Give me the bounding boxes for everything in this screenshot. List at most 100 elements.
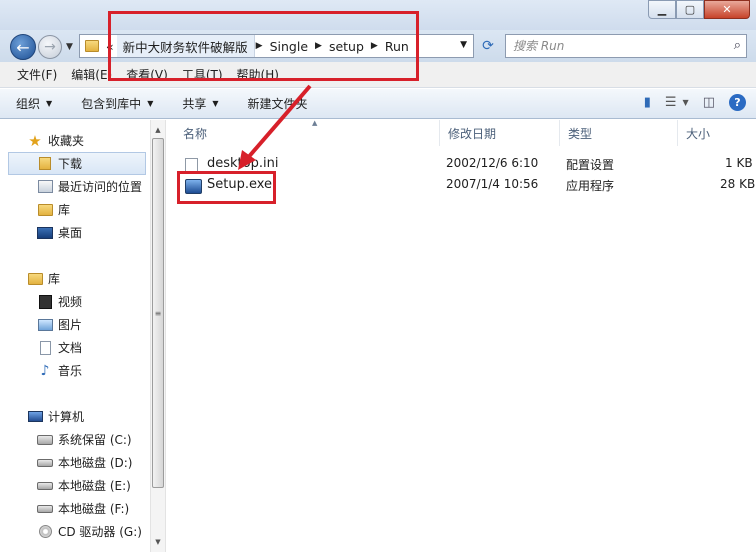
nav-label: 本地磁盘 (D:) [58,456,133,470]
hard-drive-icon [37,458,53,467]
close-button[interactable]: ✕ [704,0,750,19]
minimize-button[interactable]: ▁ [648,0,676,19]
address-bar[interactable]: « 新中大财务软件破解版 ▶ Single ▶ setup ▶ Run ▼ [79,34,474,58]
nav-music[interactable]: ♪ 音乐 [0,359,150,382]
nav-scrollbar[interactable]: ▲ ≡ ▼ [150,120,166,552]
nav-drive-e[interactable]: 本地磁盘 (E:) [0,474,150,497]
file-type: 配置设置 [566,158,615,172]
libraries-group: 库 视频 图片 文档 ♪ 音乐 [0,267,150,382]
hard-drive-icon [37,504,53,513]
nav-desktop[interactable]: 桌面 [0,221,150,244]
scroll-up-icon[interactable]: ▲ [151,122,165,138]
nav-label: 本地磁盘 (F:) [58,502,130,516]
chevron-right-icon[interactable]: ▶ [255,41,264,51]
nav-label: 库 [48,272,61,286]
nav-computer[interactable]: 计算机 [0,405,150,428]
file-modified: 2007/1/4 10:56 [446,177,539,191]
scroll-down-icon[interactable]: ▼ [151,534,165,550]
nav-label: 系统保留 (C:) [58,433,132,447]
file-list: 名称 ▲ 修改日期 类型 大小 desktop.ini 2002/12/6 6:1… [167,120,756,552]
search-box: ⌕ [505,34,747,58]
column-label: 修改日期 [448,126,497,141]
nav-label: 图片 [58,318,83,332]
nav-drive-g[interactable]: CD 驱动器 (G:) [0,520,150,543]
sort-ascending-icon: ▲ [312,120,318,127]
nav-documents[interactable]: 文档 [0,336,150,359]
address-dropdown-icon[interactable]: ▼ [460,40,467,50]
column-header-type[interactable]: 类型 [560,120,678,146]
chevron-right-icon[interactable]: ▶ [370,41,379,51]
video-icon [38,294,52,309]
favorites-group: ★ 收藏夹 下载 最近访问的位置 库 桌面 [0,129,150,244]
refresh-icon[interactable]: ⟳ [476,34,500,58]
maximize-button[interactable]: ▢ [676,0,704,19]
menu-tools[interactable]: 工具(T) [182,66,223,83]
chevron-down-icon: ▼ [147,99,154,108]
menu-view[interactable]: 查看(V) [126,66,168,83]
table-row[interactable]: desktop.ini 2002/12/6 6:10 配置设置 1 KB [175,153,756,174]
share-button[interactable]: 共享 ▼ [182,95,218,112]
nav-favorites[interactable]: ★ 收藏夹 [0,129,150,152]
command-bar: 组织 ▼ 包含到库中 ▼ 共享 ▼ 新建文件夹 ▮ ☰ ▼ ◫ ? [0,89,756,119]
title-bar: ▁ ▢ ✕ [0,0,756,30]
setup-exe-icon [185,179,202,194]
nav-pictures[interactable]: 图片 [0,313,150,336]
cd-drive-icon [38,525,52,538]
computer-group: 计算机 系统保留 (C:) 本地磁盘 (D:) 本地磁盘 (E:) 本地磁盘 (… [0,405,150,543]
nav-drive-f[interactable]: 本地磁盘 (F:) [0,497,150,520]
nav-drive-d[interactable]: 本地磁盘 (D:) [0,451,150,474]
menu-bar: 文件(F) 编辑(E) 查看(V) 工具(T) 帮助(H) [0,62,756,88]
help-icon[interactable]: ? [729,94,746,111]
breadcrumb-item[interactable]: 新中大财务软件破解版 [116,35,255,57]
menu-file[interactable]: 文件(F) [17,66,57,83]
nav-drive-c[interactable]: 系统保留 (C:) [0,428,150,451]
include-library-label: 包含到库中 [81,97,142,111]
nav-videos[interactable]: 视频 [0,290,150,313]
column-header-size[interactable]: 大小 [678,120,756,146]
column-header-modified[interactable]: 修改日期 [440,120,560,146]
mobile-device-icon[interactable]: ▮ [644,95,651,110]
include-in-library-button[interactable]: 包含到库中 ▼ [81,95,153,112]
nav-library-fav[interactable]: 库 [0,198,150,221]
menu-edit[interactable]: 编辑(E) [71,66,112,83]
scroll-thumb[interactable]: ≡ [152,138,164,488]
breadcrumb-overflow[interactable]: « [103,39,117,54]
nav-label: 音乐 [58,364,83,378]
back-button[interactable]: ← [10,34,36,60]
column-header-name[interactable]: 名称 ▲ [175,120,440,146]
nav-recent-places[interactable]: 最近访问的位置 [0,175,150,198]
nav-label: 视频 [58,295,83,309]
preview-pane-icon[interactable]: ◫ [703,95,715,110]
breadcrumb-item[interactable]: Run [379,39,415,54]
nav-downloads[interactable]: 下载 [8,152,146,175]
window-controls: ▁ ▢ ✕ [648,0,750,19]
nav-label: 文档 [58,341,83,355]
chevron-right-icon[interactable]: ▶ [314,41,323,51]
system-drive-icon [37,434,53,445]
file-name: desktop.ini [207,156,279,171]
column-label: 类型 [568,126,593,141]
new-folder-button[interactable]: 新建文件夹 [248,95,308,112]
organize-label: 组织 [16,97,41,111]
desktop-icon [37,226,53,239]
forward-button[interactable]: → [38,35,62,59]
nav-libraries[interactable]: 库 [0,267,150,290]
search-icon[interactable]: ⌕ [734,38,741,53]
file-size: 28 KB [720,177,756,191]
table-row[interactable]: Setup.exe 2007/1/4 10:56 应用程序 28 KB [175,174,756,195]
organize-button[interactable]: 组织 ▼ [16,95,52,112]
breadcrumb-item[interactable]: Single [264,39,314,54]
breadcrumb-item[interactable]: setup [323,39,370,54]
settings-file-icon [185,158,198,174]
search-input[interactable] [513,39,723,53]
menu-help[interactable]: 帮助(H) [237,66,279,83]
breadcrumb: « 新中大财务软件破解版 ▶ Single ▶ setup ▶ Run [103,35,415,57]
file-name: Setup.exe [207,177,273,192]
computer-icon [27,411,43,422]
downloads-folder-icon [39,157,51,170]
address-row: ← → ▼ « 新中大财务软件破解版 ▶ Single ▶ setup ▶ Ru… [0,30,756,62]
recent-pages-dropdown-icon[interactable]: ▼ [66,42,73,52]
file-modified: 2002/12/6 6:10 [446,156,539,170]
hard-drive-icon [37,481,53,490]
view-options-icon[interactable]: ☰ ▼ [665,95,689,110]
